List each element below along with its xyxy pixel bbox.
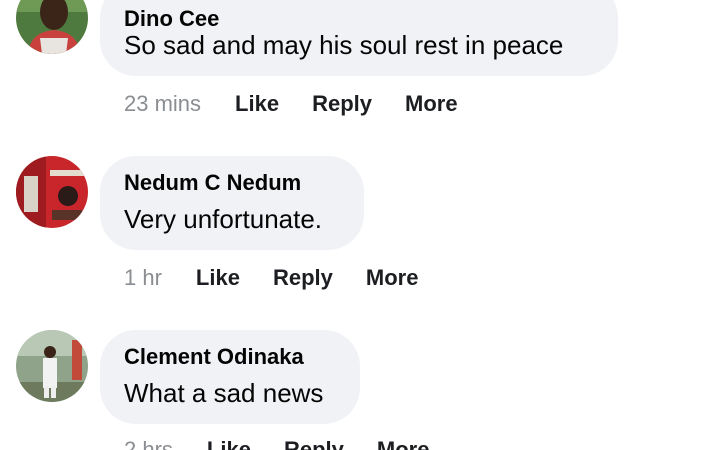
comment-text: What a sad news bbox=[124, 378, 324, 408]
comment-timestamp[interactable]: 2 hrs bbox=[124, 437, 173, 450]
comment-thread: Dino Cee So sad and may his soul rest in… bbox=[0, 0, 720, 450]
avatar[interactable] bbox=[16, 330, 88, 402]
comment-bubble: Clement Odinaka What a sad news bbox=[100, 330, 360, 424]
comment-item: Clement Odinaka What a sad news 2 hrs Li… bbox=[0, 0, 720, 450]
more-button[interactable]: More bbox=[377, 437, 430, 450]
like-button[interactable]: Like bbox=[207, 437, 251, 450]
comment-actions: 2 hrs Like Reply More bbox=[124, 435, 462, 450]
reply-button[interactable]: Reply bbox=[284, 437, 344, 450]
comment-author[interactable]: Clement Odinaka bbox=[124, 344, 304, 370]
